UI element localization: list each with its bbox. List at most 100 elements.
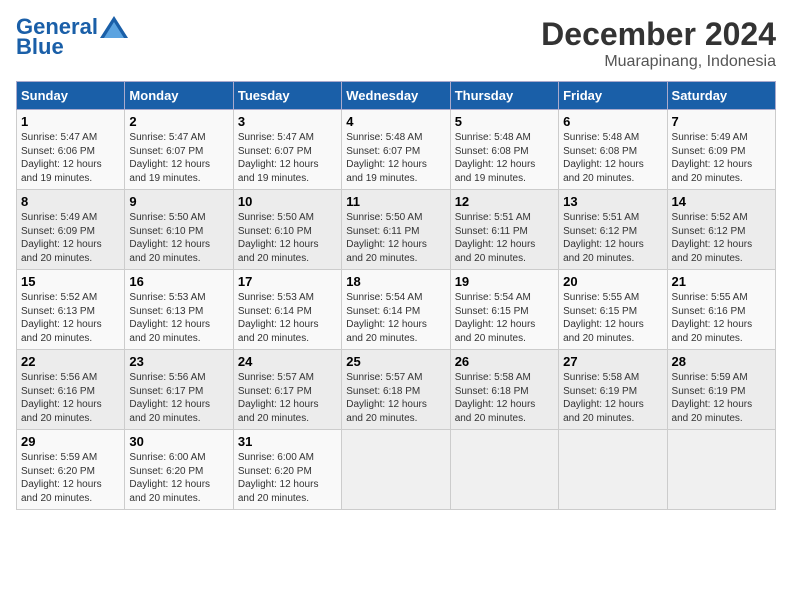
calendar-cell: 6 Sunrise: 5:48 AMSunset: 6:08 PMDaylight… [559, 110, 667, 190]
col-header-thursday: Thursday [450, 82, 558, 110]
day-number: 12 [455, 194, 554, 209]
day-detail: Sunrise: 5:59 AMSunset: 6:20 PMDaylight:… [21, 452, 102, 504]
day-detail: Sunrise: 5:56 AMSunset: 6:16 PMDaylight:… [21, 372, 102, 424]
day-number: 19 [455, 274, 554, 289]
day-detail: Sunrise: 5:58 AMSunset: 6:19 PMDaylight:… [563, 372, 644, 424]
day-detail: Sunrise: 5:54 AMSunset: 6:15 PMDaylight:… [455, 292, 536, 344]
day-detail: Sunrise: 5:59 AMSunset: 6:19 PMDaylight:… [672, 372, 753, 424]
title-area: December 2024 Muarapinang, Indonesia [541, 16, 776, 71]
col-header-saturday: Saturday [667, 82, 775, 110]
day-detail: Sunrise: 5:53 AMSunset: 6:14 PMDaylight:… [238, 292, 319, 344]
day-number: 2 [129, 114, 228, 129]
day-detail: Sunrise: 5:50 AMSunset: 6:11 PMDaylight:… [346, 212, 427, 264]
calendar-cell: 8 Sunrise: 5:49 AMSunset: 6:09 PMDaylight… [17, 190, 125, 270]
day-number: 14 [672, 194, 771, 209]
col-header-tuesday: Tuesday [233, 82, 341, 110]
day-detail: Sunrise: 5:52 AMSunset: 6:12 PMDaylight:… [672, 212, 753, 264]
day-number: 25 [346, 354, 445, 369]
calendar-cell [559, 430, 667, 510]
day-detail: Sunrise: 5:48 AMSunset: 6:08 PMDaylight:… [563, 132, 644, 184]
day-number: 11 [346, 194, 445, 209]
day-number: 9 [129, 194, 228, 209]
day-detail: Sunrise: 5:57 AMSunset: 6:18 PMDaylight:… [346, 372, 427, 424]
calendar-table: SundayMondayTuesdayWednesdayThursdayFrid… [16, 81, 776, 510]
day-detail: Sunrise: 5:48 AMSunset: 6:08 PMDaylight:… [455, 132, 536, 184]
logo-icon [100, 16, 128, 38]
day-number: 23 [129, 354, 228, 369]
calendar-cell: 18 Sunrise: 5:54 AMSunset: 6:14 PMDayligh… [342, 270, 450, 350]
day-number: 17 [238, 274, 337, 289]
calendar-cell: 30 Sunrise: 6:00 AMSunset: 6:20 PMDayligh… [125, 430, 233, 510]
day-detail: Sunrise: 5:57 AMSunset: 6:17 PMDaylight:… [238, 372, 319, 424]
day-detail: Sunrise: 5:48 AMSunset: 6:07 PMDaylight:… [346, 132, 427, 184]
day-detail: Sunrise: 6:00 AMSunset: 6:20 PMDaylight:… [238, 452, 319, 504]
day-number: 20 [563, 274, 662, 289]
calendar-cell: 7 Sunrise: 5:49 AMSunset: 6:09 PMDaylight… [667, 110, 775, 190]
day-detail: Sunrise: 5:58 AMSunset: 6:18 PMDaylight:… [455, 372, 536, 424]
day-detail: Sunrise: 5:54 AMSunset: 6:14 PMDaylight:… [346, 292, 427, 344]
calendar-cell: 19 Sunrise: 5:54 AMSunset: 6:15 PMDayligh… [450, 270, 558, 350]
day-detail: Sunrise: 5:49 AMSunset: 6:09 PMDaylight:… [672, 132, 753, 184]
calendar-cell: 28Sunrise: 5:59 AMSunset: 6:19 PMDayligh… [667, 350, 775, 430]
week-row-4: 22Sunrise: 5:56 AMSunset: 6:16 PMDayligh… [17, 350, 776, 430]
page-title: December 2024 [541, 16, 776, 53]
day-detail: Sunrise: 5:47 AMSunset: 6:06 PMDaylight:… [21, 132, 102, 184]
calendar-cell: 20Sunrise: 5:55 AMSunset: 6:15 PMDayligh… [559, 270, 667, 350]
calendar-cell: 11 Sunrise: 5:50 AMSunset: 6:11 PMDayligh… [342, 190, 450, 270]
day-number: 16 [129, 274, 228, 289]
calendar-cell: 4 Sunrise: 5:48 AMSunset: 6:07 PMDaylight… [342, 110, 450, 190]
day-number: 29 [21, 434, 120, 449]
day-number: 4 [346, 114, 445, 129]
week-row-2: 8 Sunrise: 5:49 AMSunset: 6:09 PMDaylight… [17, 190, 776, 270]
calendar-cell: 24Sunrise: 5:57 AMSunset: 6:17 PMDayligh… [233, 350, 341, 430]
day-number: 10 [238, 194, 337, 209]
col-header-friday: Friday [559, 82, 667, 110]
day-number: 21 [672, 274, 771, 289]
col-header-monday: Monday [125, 82, 233, 110]
col-header-sunday: Sunday [17, 82, 125, 110]
week-row-3: 15 Sunrise: 5:52 AMSunset: 6:13 PMDayligh… [17, 270, 776, 350]
day-detail: Sunrise: 5:52 AMSunset: 6:13 PMDaylight:… [21, 292, 102, 344]
logo-blue-text: Blue [16, 36, 64, 58]
day-detail: Sunrise: 5:51 AMSunset: 6:11 PMDaylight:… [455, 212, 536, 264]
calendar-cell: 13Sunrise: 5:51 AMSunset: 6:12 PMDayligh… [559, 190, 667, 270]
calendar-cell: 26 Sunrise: 5:58 AMSunset: 6:18 PMDayligh… [450, 350, 558, 430]
calendar-cell: 10Sunrise: 5:50 AMSunset: 6:10 PMDayligh… [233, 190, 341, 270]
day-detail: Sunrise: 5:55 AMSunset: 6:16 PMDaylight:… [672, 292, 753, 344]
day-detail: Sunrise: 5:49 AMSunset: 6:09 PMDaylight:… [21, 212, 102, 264]
day-detail: Sunrise: 5:47 AMSunset: 6:07 PMDaylight:… [238, 132, 319, 184]
day-number: 1 [21, 114, 120, 129]
day-detail: Sunrise: 6:00 AMSunset: 6:20 PMDaylight:… [129, 452, 210, 504]
day-number: 27 [563, 354, 662, 369]
page-subtitle: Muarapinang, Indonesia [541, 53, 776, 71]
calendar-cell: 3Sunrise: 5:47 AMSunset: 6:07 PMDaylight… [233, 110, 341, 190]
calendar-cell: 12 Sunrise: 5:51 AMSunset: 6:11 PMDayligh… [450, 190, 558, 270]
day-detail: Sunrise: 5:47 AMSunset: 6:07 PMDaylight:… [129, 132, 210, 184]
day-number: 15 [21, 274, 120, 289]
day-number: 18 [346, 274, 445, 289]
calendar-cell: 2 Sunrise: 5:47 AMSunset: 6:07 PMDaylight… [125, 110, 233, 190]
calendar-cell: 21 Sunrise: 5:55 AMSunset: 6:16 PMDayligh… [667, 270, 775, 350]
day-detail: Sunrise: 5:50 AMSunset: 6:10 PMDaylight:… [129, 212, 210, 264]
logo: General Blue [16, 16, 128, 58]
day-number: 6 [563, 114, 662, 129]
header: General Blue December 2024 Muarapinang, … [16, 16, 776, 71]
calendar-cell: 16Sunrise: 5:53 AMSunset: 6:13 PMDayligh… [125, 270, 233, 350]
calendar-cell: 22Sunrise: 5:56 AMSunset: 6:16 PMDayligh… [17, 350, 125, 430]
day-number: 7 [672, 114, 771, 129]
day-number: 26 [455, 354, 554, 369]
calendar-cell: 5Sunrise: 5:48 AMSunset: 6:08 PMDaylight… [450, 110, 558, 190]
day-detail: Sunrise: 5:51 AMSunset: 6:12 PMDaylight:… [563, 212, 644, 264]
calendar-cell: 1 Sunrise: 5:47 AMSunset: 6:06 PMDaylight… [17, 110, 125, 190]
calendar-cell [450, 430, 558, 510]
day-number: 8 [21, 194, 120, 209]
calendar-cell: 23 Sunrise: 5:56 AMSunset: 6:17 PMDayligh… [125, 350, 233, 430]
calendar-cell [342, 430, 450, 510]
calendar-cell: 14 Sunrise: 5:52 AMSunset: 6:12 PMDayligh… [667, 190, 775, 270]
calendar-cell: 31Sunrise: 6:00 AMSunset: 6:20 PMDayligh… [233, 430, 341, 510]
calendar-cell: 9 Sunrise: 5:50 AMSunset: 6:10 PMDaylight… [125, 190, 233, 270]
week-row-5: 29 Sunrise: 5:59 AMSunset: 6:20 PMDayligh… [17, 430, 776, 510]
col-header-wednesday: Wednesday [342, 82, 450, 110]
day-detail: Sunrise: 5:56 AMSunset: 6:17 PMDaylight:… [129, 372, 210, 424]
day-number: 30 [129, 434, 228, 449]
